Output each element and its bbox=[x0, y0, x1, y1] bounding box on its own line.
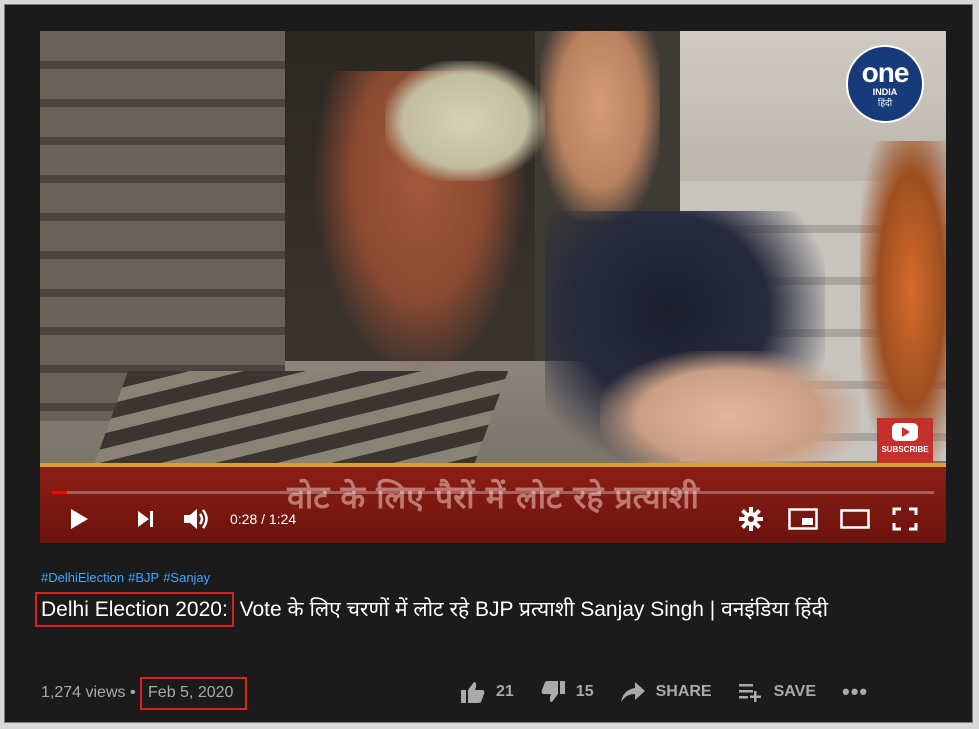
player-controls: 0:28 / 1:24 bbox=[40, 497, 946, 543]
subscribe-label: SUBSCRIBE bbox=[881, 445, 929, 454]
time-display: 0:28 / 1:24 bbox=[230, 511, 297, 527]
channel-watermark-logo: one INDIA हिंदी bbox=[846, 45, 924, 123]
theater-mode-button[interactable] bbox=[838, 503, 872, 535]
progress-bar[interactable] bbox=[52, 491, 934, 494]
logo-sub-text: INDIA bbox=[872, 87, 898, 97]
skip-next-icon bbox=[138, 511, 153, 527]
action-bar: 21 15 SHARE SAVE ••• bbox=[460, 675, 868, 709]
fullscreen-icon bbox=[892, 507, 918, 531]
subscribe-watermark[interactable]: SUBSCRIBE bbox=[877, 418, 933, 468]
like-button[interactable]: 21 bbox=[460, 680, 514, 704]
fullscreen-button[interactable] bbox=[888, 503, 922, 535]
add-to-playlist-icon bbox=[738, 684, 761, 702]
play-button[interactable] bbox=[64, 503, 94, 535]
thumbs-down-icon bbox=[541, 681, 565, 702]
volume-icon bbox=[184, 509, 208, 529]
miniplayer-icon bbox=[788, 508, 818, 530]
video-scene-shutter bbox=[40, 31, 285, 421]
miniplayer-button[interactable] bbox=[786, 503, 820, 535]
youtube-watch-panel: one INDIA हिंदी SUBSCRIBE वोट के लिए पैर… bbox=[4, 4, 973, 723]
gear-icon bbox=[739, 507, 763, 531]
share-button[interactable]: SHARE bbox=[620, 681, 712, 703]
video-scene-man-legs bbox=[600, 351, 860, 481]
youtube-play-icon bbox=[892, 423, 918, 441]
dislike-button[interactable]: 15 bbox=[540, 680, 594, 704]
video-scene-woman-shawl bbox=[385, 61, 545, 181]
settings-button[interactable] bbox=[736, 503, 766, 535]
upload-date: Feb 5, 2020 bbox=[140, 677, 248, 710]
save-button[interactable]: SAVE bbox=[738, 681, 816, 703]
video-scene-person-background bbox=[540, 31, 660, 221]
video-player[interactable]: one INDIA हिंदी SUBSCRIBE वोट के लिए पैर… bbox=[40, 31, 946, 543]
logo-main-text: one bbox=[861, 57, 910, 88]
play-icon bbox=[71, 509, 88, 529]
hashtag-list: #DelhiElection #BJP #Sanjay bbox=[41, 570, 214, 585]
title-rest: Vote के लिए चरणों में लोट रहे BJP प्रत्य… bbox=[233, 598, 829, 621]
theater-icon bbox=[840, 509, 870, 529]
video-info-row: 1,274 views • Feb 5, 2020 bbox=[41, 677, 248, 710]
save-label: SAVE bbox=[773, 683, 816, 700]
next-button[interactable] bbox=[132, 503, 160, 535]
current-time: 0:28 bbox=[230, 511, 258, 527]
dislike-count: 15 bbox=[575, 683, 594, 700]
video-title: Delhi Election 2020: Vote के लिए चरणों म… bbox=[35, 592, 921, 627]
hashtag-link[interactable]: #BJP bbox=[128, 570, 159, 585]
like-count: 21 bbox=[496, 683, 514, 700]
share-label: SHARE bbox=[655, 683, 712, 700]
info-separator: • bbox=[129, 684, 136, 701]
share-icon bbox=[620, 682, 645, 702]
more-actions-button[interactable]: ••• bbox=[842, 679, 868, 705]
progress-bar-fill bbox=[52, 491, 67, 494]
hashtag-link[interactable]: #DelhiElection bbox=[41, 570, 124, 585]
view-count: 1,274 views bbox=[41, 684, 126, 701]
volume-button[interactable] bbox=[180, 503, 212, 535]
thumbs-up-icon bbox=[461, 682, 485, 703]
total-time: 1:24 bbox=[268, 511, 297, 527]
video-scene-doormat bbox=[91, 371, 509, 471]
hashtag-link[interactable]: #Sanjay bbox=[163, 570, 210, 585]
logo-lang-text: हिंदी bbox=[877, 98, 893, 108]
title-highlight-box: Delhi Election 2020: bbox=[35, 592, 234, 627]
